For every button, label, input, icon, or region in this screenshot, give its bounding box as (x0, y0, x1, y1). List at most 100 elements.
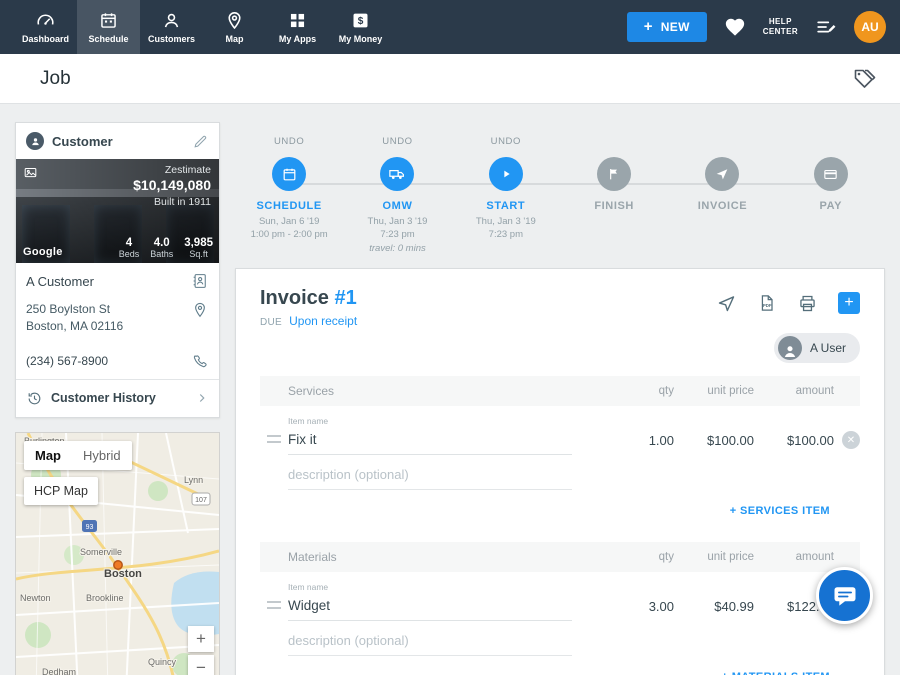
svg-text:PDF: PDF (763, 303, 772, 308)
heart-icon[interactable] (724, 16, 746, 38)
svg-text:$: $ (358, 16, 364, 27)
history-icon (26, 390, 43, 407)
new-button-label: NEW (661, 20, 690, 34)
service-qty[interactable]: 1.00 (584, 433, 674, 455)
item-name-label: Item name (288, 416, 584, 426)
zestimate-label: Zestimate (165, 164, 211, 176)
hcp-map-button[interactable]: HCP Map (24, 477, 98, 505)
edit-pencil-icon[interactable] (192, 133, 209, 150)
material-unit-price[interactable]: $40.99 (674, 599, 754, 621)
add-material-row: + MATERIALS ITEM (260, 656, 860, 675)
invoice-add-button[interactable]: + (838, 292, 860, 314)
schedule-time: 1:00 pm - 2:00 pm (251, 229, 328, 240)
nav-map-label: Map (226, 34, 244, 44)
customer-phone-row: (234) 567-8900 (16, 344, 219, 379)
user-avatar[interactable]: AU (854, 11, 886, 43)
finish-step-label: FINISH (560, 200, 668, 212)
help-center-link[interactable]: HELP CENTER (763, 17, 798, 38)
pay-undo-spacer (777, 136, 885, 150)
material-description-input[interactable]: description (optional) (288, 623, 572, 656)
nav-customers-label: Customers (148, 34, 195, 44)
invoice-due: DUE Upon receipt (260, 314, 357, 328)
map-button[interactable]: Map (24, 441, 72, 470)
material-name-input[interactable]: Widget (288, 596, 572, 621)
pay-step-label: PAY (777, 200, 885, 212)
map-label-quincy: Quincy (148, 657, 177, 667)
invoice-title-text: Invoice (260, 287, 329, 309)
customer-sidebar: Customer Zestimate $10,149,080 Built in … (15, 122, 220, 675)
flag-step-icon[interactable] (597, 157, 631, 191)
due-value-link[interactable]: Upon receipt (289, 314, 357, 328)
service-name-input[interactable]: Fix it (288, 430, 572, 455)
unit-price-column-header: unit price (674, 551, 754, 563)
main-nav: Dashboard Schedule Customers Map (0, 0, 392, 54)
schedule-date: Sun, Jan 6 '19 (259, 216, 319, 227)
tags-icon[interactable] (852, 67, 876, 91)
nav-right-cluster: + NEW HELP CENTER AU (627, 0, 900, 54)
contact-book-icon[interactable] (191, 272, 209, 290)
sqft-label: Sq.ft (184, 249, 213, 259)
add-material-link[interactable]: + MATERIALS ITEM (721, 671, 830, 675)
nav-schedule[interactable]: Schedule (77, 0, 140, 54)
material-name-field: Item name Widget (288, 582, 584, 621)
nav-customers[interactable]: Customers (140, 0, 203, 54)
send-icon[interactable] (716, 293, 737, 314)
card-step-icon[interactable] (814, 157, 848, 191)
services-header-row: Services qty unit price amount (260, 376, 860, 406)
start-step-dates: Thu, Jan 3 '19 7:23 pm (452, 215, 560, 242)
nav-map[interactable]: Map (203, 0, 266, 54)
nav-dashboard[interactable]: Dashboard (14, 0, 77, 54)
send-step-icon[interactable] (705, 157, 739, 191)
feedback-notes-icon[interactable] (815, 16, 837, 38)
step-finish: FINISH (560, 136, 668, 255)
materials-header-row: Materials qty unit price amount (260, 542, 860, 572)
start-time: 7:23 pm (489, 229, 523, 240)
qty-column-header: qty (584, 385, 674, 397)
material-qty[interactable]: 3.00 (584, 599, 674, 621)
help-center-line2: CENTER (763, 27, 798, 36)
remove-service-icon[interactable]: ✕ (842, 431, 860, 449)
omw-undo-link[interactable]: UNDO (343, 136, 451, 150)
zoom-out-button[interactable]: − (188, 655, 214, 675)
dashboard-icon (35, 10, 56, 31)
phone-icon[interactable] (192, 353, 209, 370)
new-button[interactable]: + NEW (627, 12, 707, 42)
schedule-step-label: SCHEDULE (235, 200, 343, 212)
nav-my-money[interactable]: $ My Money (329, 0, 392, 54)
step-omw: UNDO OMW Thu, Jan 3 '19 7:23 pm travel: … (343, 136, 451, 255)
pdf-icon[interactable]: PDF (757, 293, 777, 313)
customer-name: A Customer (26, 274, 183, 289)
print-icon[interactable] (797, 293, 818, 314)
map-label-boston: Boston (104, 568, 142, 580)
hybrid-button[interactable]: Hybrid (72, 441, 132, 470)
start-undo-link[interactable]: UNDO (452, 136, 560, 150)
customers-icon (161, 10, 182, 31)
nav-my-apps[interactable]: My Apps (266, 0, 329, 54)
invoice-number: #1 (334, 287, 356, 309)
assignee-chip[interactable]: A User (774, 333, 860, 363)
map-label-dedham: Dedham (42, 667, 76, 675)
play-step-icon[interactable] (489, 157, 523, 191)
zoom-in-button[interactable]: + (188, 626, 214, 652)
add-service-link[interactable]: + SERVICES ITEM (730, 505, 830, 517)
schedule-step-dates: Sun, Jan 6 '19 1:00 pm - 2:00 pm (235, 215, 343, 242)
service-unit-price[interactable]: $100.00 (674, 433, 754, 455)
finish-undo-spacer (560, 136, 668, 150)
item-name-label: Item name (288, 582, 584, 592)
truck-step-icon[interactable] (380, 157, 414, 191)
zestimate-value: $10,149,080 (133, 177, 211, 193)
customer-history-row[interactable]: Customer History (16, 379, 219, 417)
schedule-step-icon[interactable] (272, 157, 306, 191)
amount-column-header: amount (754, 551, 834, 563)
schedule-undo-link[interactable]: UNDO (235, 136, 343, 150)
drag-handle-icon[interactable] (267, 435, 281, 443)
unit-price-column-header: unit price (674, 385, 754, 397)
chevron-right-icon (195, 391, 209, 405)
map-label-lynn: Lynn (184, 475, 203, 485)
chat-launcher-button[interactable] (816, 567, 873, 624)
location-pin-icon[interactable] (191, 301, 209, 319)
job-status-timeline: UNDO SCHEDULE Sun, Jan 6 '19 1:00 pm - 2… (235, 136, 885, 255)
service-description-input[interactable]: description (optional) (288, 457, 572, 490)
address-line2: Boston, MA 02116 (26, 319, 123, 333)
drag-handle-icon[interactable] (267, 601, 281, 609)
